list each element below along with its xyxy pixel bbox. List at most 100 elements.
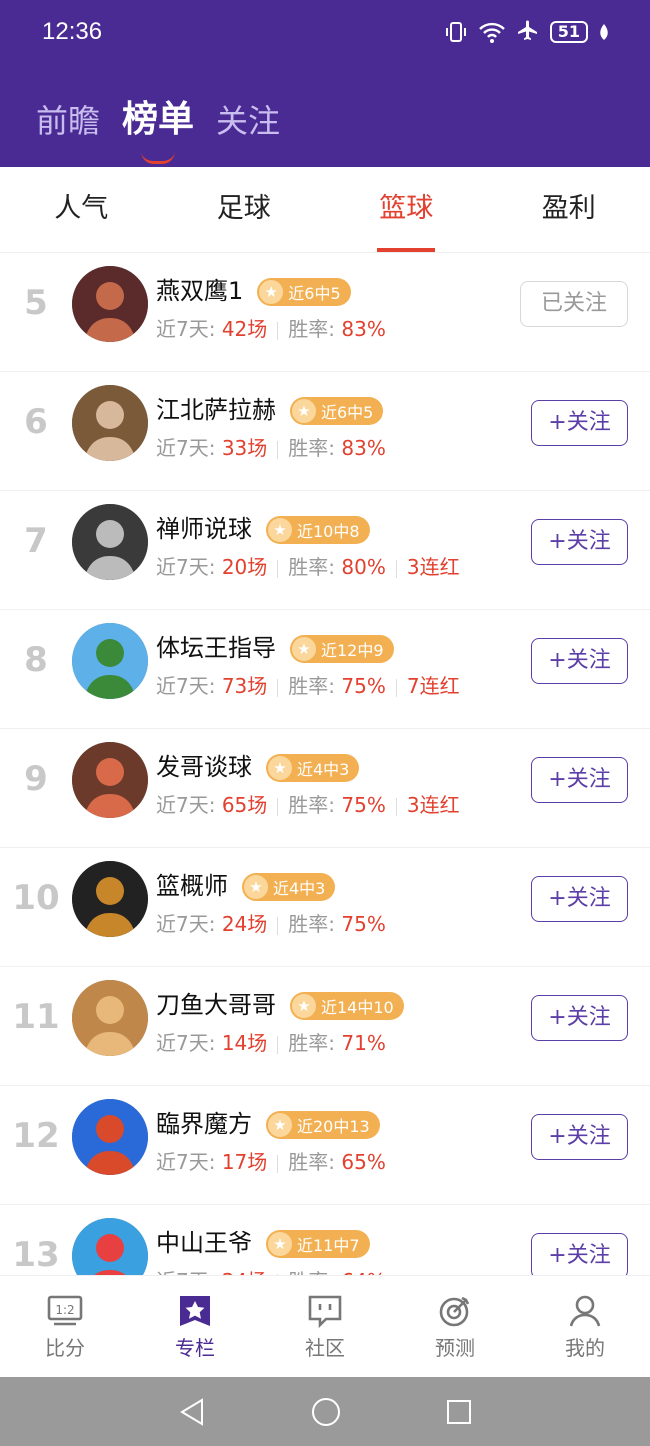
record-badge-text: 近4中3: [297, 760, 350, 779]
avatar[interactable]: [72, 1099, 148, 1175]
streak-value: 7连红: [406, 674, 460, 698]
expert-name: 江北萨拉赫: [156, 396, 276, 424]
ranking-row[interactable]: 5 燕双鹰1 ★ 近6中5 近7天: 42场 胜率: 83% 已关注: [0, 253, 650, 372]
record-badge: ★ 近10中8: [266, 516, 370, 544]
stats-line: 近7天: 24场胜率: 64%: [156, 1265, 386, 1275]
rate-value: 71%: [341, 1031, 386, 1055]
star-icon: ★: [292, 637, 316, 661]
avatar[interactable]: [72, 1218, 148, 1275]
header-tab-ranking[interactable]: 榜单: [122, 90, 194, 164]
app-header: 12:36 51 前瞻 榜单 关注: [0, 0, 650, 167]
ranking-row[interactable]: 6 江北萨拉赫 ★ 近6中5 近7天: 33场 胜率: 83% +关注: [0, 372, 650, 491]
days-value: 65场: [221, 793, 268, 817]
divider: [277, 1035, 279, 1054]
streak-value: 3连红: [406, 793, 460, 817]
avatar[interactable]: [72, 742, 148, 818]
status-icons: 51: [444, 20, 610, 44]
follow-button[interactable]: +关注: [531, 995, 628, 1041]
record-badge: ★ 近14中10: [290, 992, 404, 1020]
ranking-row[interactable]: 13 中山王爷 ★ 近11中7 近7天: 24场胜率: 64% +关注: [0, 1205, 650, 1275]
tab-profit[interactable]: 盈利: [488, 167, 650, 252]
follow-button[interactable]: 已关注: [520, 281, 628, 327]
ranking-row[interactable]: 11 刀鱼大哥哥 ★ 近14中10 近7天: 14场 胜率: 71% +关注: [0, 967, 650, 1086]
days-value: 42场: [221, 317, 268, 341]
streak-value: 3连红: [406, 555, 460, 579]
nav-predict[interactable]: 预测: [390, 1276, 520, 1377]
scoreboard-icon: 1:2: [47, 1295, 83, 1326]
svg-text:1:2: 1:2: [55, 1303, 74, 1317]
follow-button[interactable]: +关注: [531, 1114, 628, 1160]
avatar[interactable]: [72, 623, 148, 699]
nav-community-label: 社区: [305, 1336, 345, 1360]
stats-line: 近7天: 17场 胜率: 65%: [156, 1146, 386, 1175]
rate-value: 65%: [341, 1150, 386, 1174]
stats-line: 近7天: 24场 胜率: 75%: [156, 908, 386, 937]
recents-icon[interactable]: [446, 1399, 472, 1425]
back-icon[interactable]: [178, 1397, 206, 1427]
tab-popular[interactable]: 人气: [0, 167, 163, 252]
record-badge-text: 近6中5: [321, 403, 374, 422]
record-badge-text: 近10中8: [297, 522, 360, 541]
avatar[interactable]: [72, 385, 148, 461]
follow-button[interactable]: +关注: [531, 400, 628, 446]
days-label: 近7天:: [156, 1031, 216, 1055]
rate-value: 80%: [341, 555, 386, 579]
avatar[interactable]: [72, 861, 148, 937]
record-badge: ★ 近4中3: [242, 873, 336, 901]
expert-name: 篮概师: [156, 872, 228, 900]
stats-line: 近7天: 65场 胜率: 75% 3连红: [156, 789, 460, 818]
avatar[interactable]: [72, 266, 148, 342]
home-icon[interactable]: [311, 1397, 341, 1427]
divider: [277, 916, 279, 935]
days-label: 近7天:: [156, 674, 216, 698]
follow-button[interactable]: +关注: [531, 519, 628, 565]
rank-number: 8: [24, 640, 48, 680]
expert-name: 发哥谈球: [156, 753, 252, 781]
rank-number: 7: [24, 521, 48, 561]
bottom-nav: 1:2 比分 专栏 社区 预测 我的: [0, 1275, 650, 1377]
follow-button[interactable]: +关注: [531, 1233, 628, 1275]
rank-number: 12: [12, 1116, 60, 1156]
follow-button[interactable]: +关注: [531, 757, 628, 803]
record-badge: ★ 近6中5: [257, 278, 351, 306]
avatar[interactable]: [72, 504, 148, 580]
battery-indicator: 51: [549, 21, 588, 43]
vibrate-icon: [445, 22, 466, 42]
header-tab-follow[interactable]: 关注: [216, 96, 280, 142]
tab-basketball[interactable]: 篮球: [325, 167, 488, 252]
rate-label: 胜率:: [288, 317, 336, 341]
star-icon: ★: [268, 756, 292, 780]
follow-button[interactable]: +关注: [531, 876, 628, 922]
rate-label: 胜率:: [288, 674, 336, 698]
ranking-row[interactable]: 12 臨界魔方 ★ 近20中13 近7天: 17场 胜率: 65% +关注: [0, 1086, 650, 1205]
column-star-icon: [180, 1296, 210, 1326]
nav-mine[interactable]: 我的: [520, 1276, 650, 1377]
ranking-row[interactable]: 9 发哥谈球 ★ 近4中3 近7天: 65场 胜率: 75% 3连红 +关注: [0, 729, 650, 848]
tab-football[interactable]: 足球: [163, 167, 326, 252]
nav-score[interactable]: 1:2 比分: [0, 1276, 130, 1377]
header-tab-preview[interactable]: 前瞻: [36, 96, 100, 142]
days-value: 20场: [221, 555, 268, 579]
days-label: 近7天:: [156, 436, 216, 460]
rate-label: 胜率:: [288, 436, 336, 460]
divider: [277, 1154, 279, 1173]
ranking-row[interactable]: 8 体坛王指导 ★ 近12中9 近7天: 73场 胜率: 75% 7连红 +关注: [0, 610, 650, 729]
star-icon: ★: [244, 875, 268, 899]
expert-name: 禅师说球: [156, 515, 252, 543]
star-icon: ★: [268, 1232, 292, 1256]
star-icon: ★: [268, 518, 292, 542]
nav-column[interactable]: 专栏: [130, 1276, 260, 1377]
nav-community[interactable]: 社区: [260, 1276, 390, 1377]
ranking-row[interactable]: 10 篮概师 ★ 近4中3 近7天: 24场 胜率: 75% +关注: [0, 848, 650, 967]
target-icon: [439, 1296, 470, 1327]
follow-button[interactable]: +关注: [531, 638, 628, 684]
ranking-row[interactable]: 7 禅师说球 ★ 近10中8 近7天: 20场 胜率: 80% 3连红 +关注: [0, 491, 650, 610]
days-label: 近7天:: [156, 317, 216, 341]
days-label: 近7天:: [156, 555, 216, 579]
rank-number: 6: [24, 402, 48, 442]
avatar[interactable]: [72, 980, 148, 1056]
nav-score-label: 比分: [45, 1336, 85, 1360]
expert-name: 体坛王指导: [156, 634, 276, 662]
wifi-icon: [478, 22, 505, 43]
star-icon: ★: [292, 994, 316, 1018]
